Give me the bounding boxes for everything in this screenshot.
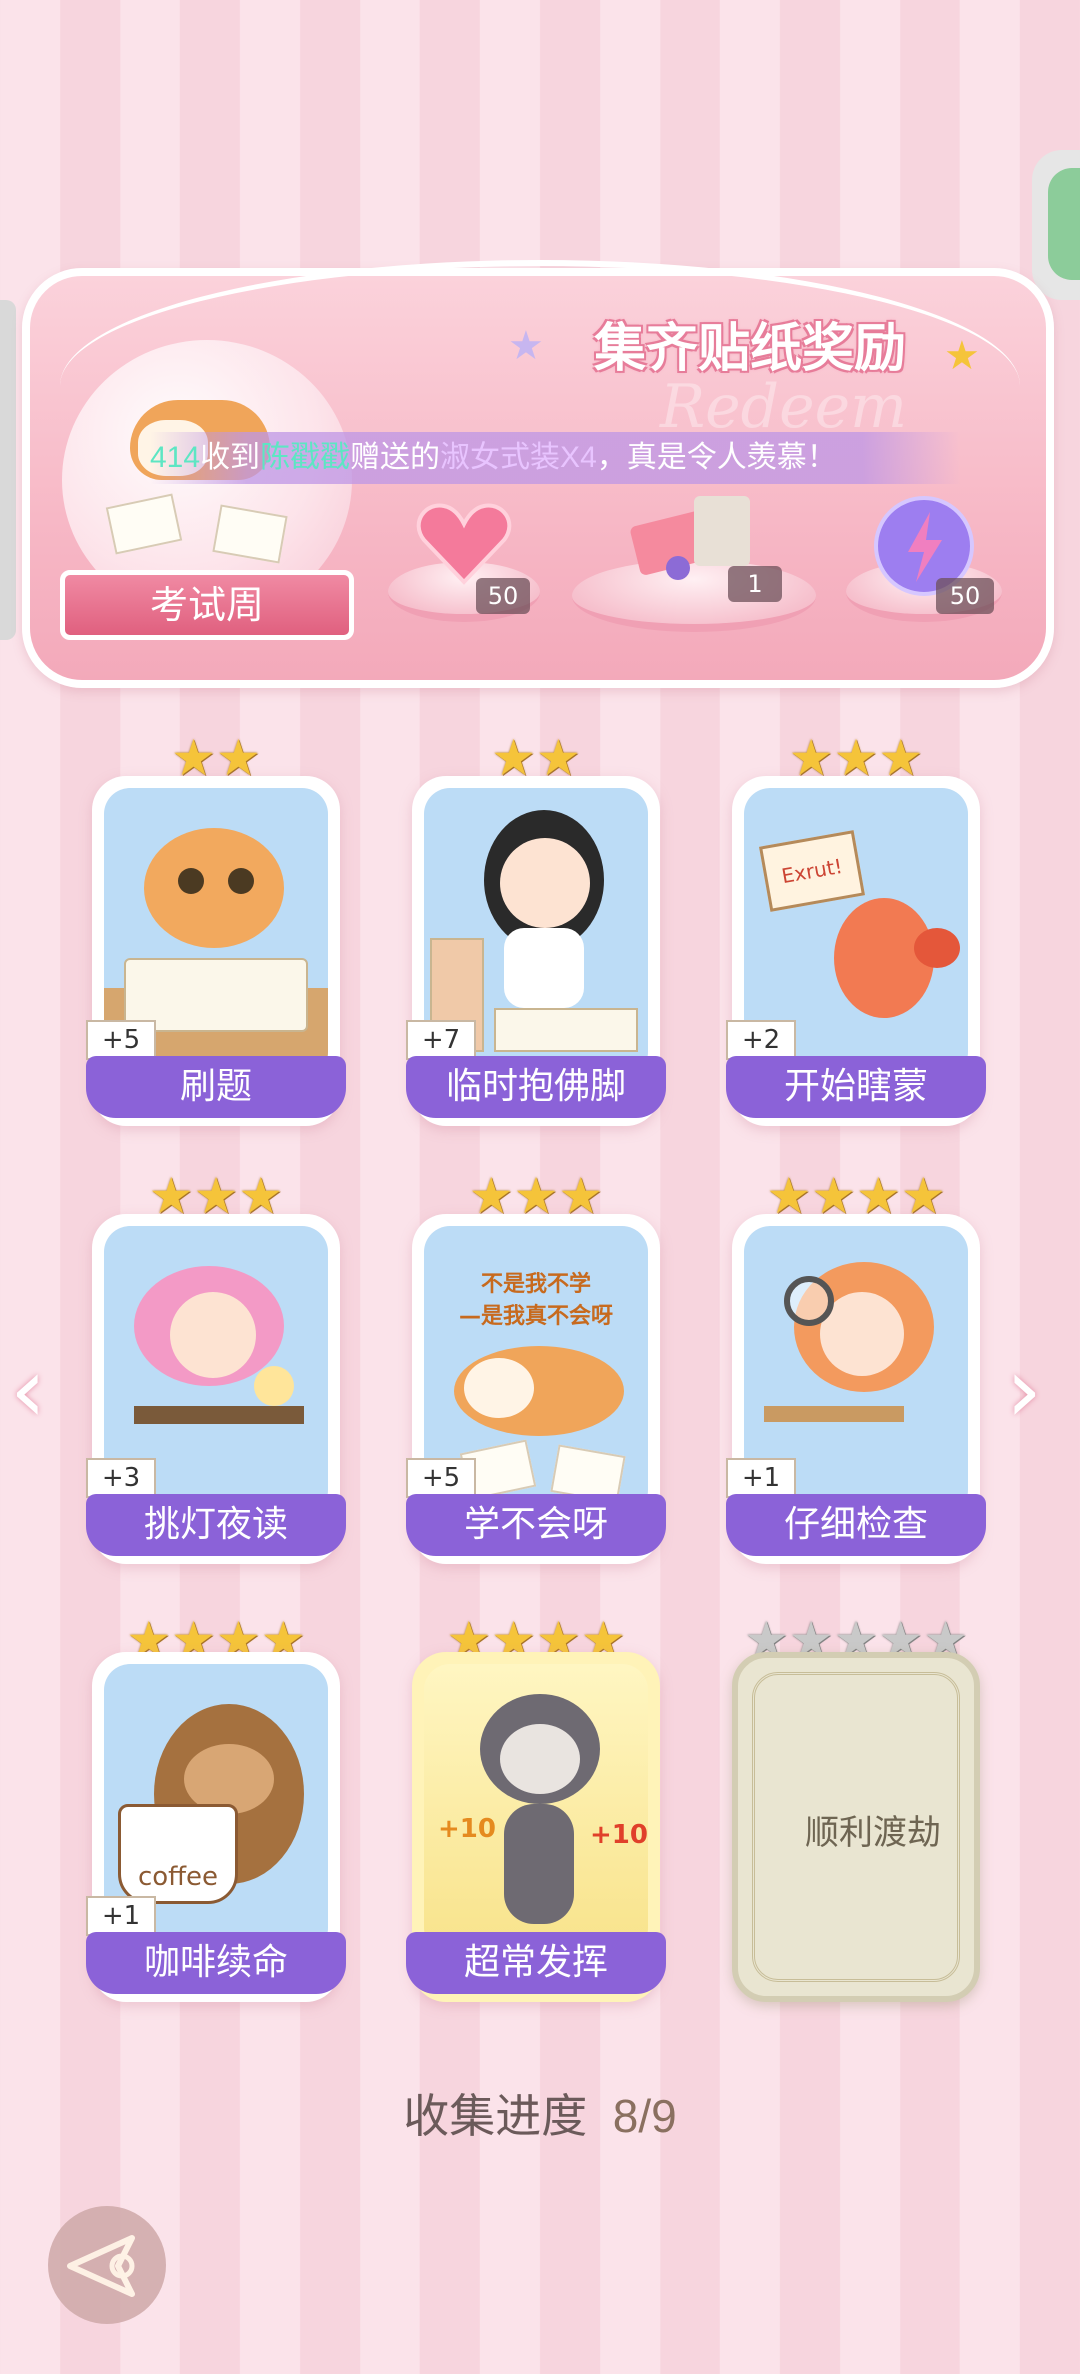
progress-label: 收集进度 (403, 2090, 588, 2142)
caption-line-1: 不是我不学 (480, 1272, 591, 1297)
sticker-card-linshibaofojiao[interactable]: +7 临时抱佛脚 (406, 776, 666, 1126)
marquee-sender: 陈戳戳 (260, 441, 351, 474)
open-book (494, 1008, 638, 1052)
prev-page-arrow-icon[interactable]: ‹ (10, 1346, 46, 1436)
reward-count: 50 (936, 578, 994, 614)
cat-face (500, 1724, 580, 1794)
cat-eye (228, 868, 254, 894)
card-bonus-tag: +1 (86, 1896, 156, 1936)
pink-heart-gem-icon[interactable] (416, 500, 512, 586)
card-bonus-tag: +5 (86, 1020, 156, 1060)
marquee-text: ，真是令人羡慕！ (596, 441, 837, 474)
magnifier-icon (784, 1276, 834, 1326)
star-decoration-icon: ★ (944, 333, 980, 379)
card-label: 临时抱佛脚 (406, 1056, 666, 1118)
card-label: 开始瞎蒙 (726, 1056, 986, 1118)
sticker-card-shuati[interactable]: +5 刷题 (86, 776, 346, 1126)
marquee-text: 赠送的 (350, 441, 441, 474)
progress-value: 8/9 (612, 2090, 677, 2142)
locked-card-frame: 顺利渡劫 (752, 1672, 960, 1982)
back-arrow-icon (67, 2235, 135, 2297)
lamp-icon (254, 1366, 294, 1406)
card-label: 刷题 (86, 1056, 346, 1118)
sticker-card-kaishixiameng[interactable]: Exrut! +2 开始瞎蒙 (726, 776, 986, 1126)
broadcast-marquee: 414收到陈戳戳赠送的淑女式装X4，真是令人羡慕！ (150, 432, 960, 484)
shiba-face (464, 1358, 534, 1418)
card-artwork: +10 +10 (424, 1664, 648, 1954)
plus-ten-text: +10 (438, 1814, 496, 1844)
star-decoration-icon: ★ (508, 323, 544, 369)
card-label: 超常发挥 (406, 1932, 666, 1994)
cat-body (504, 1804, 574, 1924)
desk (764, 1406, 904, 1422)
marquee-item: 淑女式装X4 (440, 441, 597, 474)
collection-progress: 收集进度 8/9 (0, 2080, 1080, 2146)
shrimp-claw (914, 928, 960, 968)
card-label: 挑灯夜读 (86, 1494, 346, 1556)
card-bonus-tag: +1 (726, 1458, 796, 1498)
sticker-card-chaochangfahui[interactable]: +10 +10 超常发挥 (406, 1652, 666, 2002)
marquee-text: 收到 (200, 441, 261, 474)
card-label: 仔细检查 (726, 1494, 986, 1556)
card-bonus-tag: +5 (406, 1458, 476, 1498)
left-edge-tab[interactable] (0, 300, 16, 640)
card-bonus-tag: +2 (726, 1020, 796, 1060)
sign-board: Exrut! (758, 830, 866, 912)
reward-count: 50 (476, 578, 530, 614)
desk (134, 1406, 304, 1424)
sticker-card-xuebuhuiya[interactable]: 不是我不学 —是我真不会呀 +5 学不会呀 (406, 1214, 666, 1564)
sticker-card-kafeixuming[interactable]: coffee +1 咖啡续命 (86, 1652, 346, 2002)
locked-card-label: 顺利渡劫 (805, 1813, 941, 1853)
marquee-prefix: 414 (150, 441, 201, 474)
next-page-arrow-icon[interactable]: › (1006, 1346, 1042, 1436)
card-bonus-tag: +7 (406, 1020, 476, 1060)
girl-face (170, 1292, 256, 1378)
card-label: 学不会呀 (406, 1494, 666, 1556)
reward-count: 1 (728, 566, 782, 602)
coffee-cup-icon: coffee (118, 1804, 238, 1904)
plus-ten-text: +10 (590, 1820, 648, 1850)
card-label: 咖啡续命 (86, 1932, 346, 1994)
sticker-card-tiaodengyedu[interactable]: +3 挑灯夜读 (86, 1214, 346, 1564)
orange-cat-icon (144, 828, 284, 948)
girl-body (504, 928, 584, 1008)
chat-bubble-icon[interactable] (1048, 168, 1080, 280)
panel-title: 集齐贴纸奖励 (593, 318, 906, 379)
cat-eye (178, 868, 204, 894)
back-button[interactable] (48, 2206, 166, 2324)
caption-line-2: —是我真不会呀 (458, 1304, 613, 1329)
girl-face (500, 838, 590, 928)
theme-label: 考试周 (60, 570, 354, 640)
sticker-card-zixijiancha[interactable]: +1 仔细检查 (726, 1214, 986, 1564)
sticker-card-locked-shunlidujie[interactable]: 顺利渡劫 (732, 1652, 980, 2002)
card-bonus-tag: +3 (86, 1458, 156, 1498)
